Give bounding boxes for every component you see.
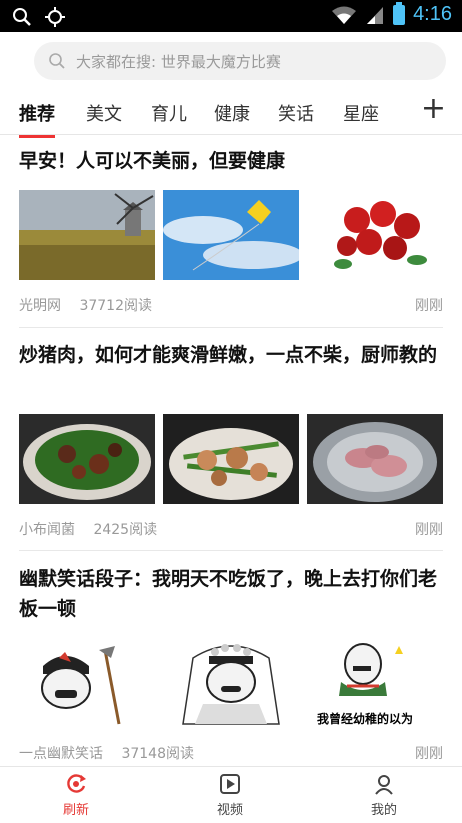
article-source: 一点幽默笑话 bbox=[19, 746, 103, 762]
green-bean-pork-image bbox=[163, 414, 299, 504]
article-meta: 小布闻菌 2425阅读 刚刚 bbox=[19, 519, 443, 539]
meme-bride-image bbox=[163, 638, 299, 728]
windmill-field-image bbox=[19, 190, 155, 280]
article-title: 早安！人可以不美丽，但要健康 bbox=[19, 150, 286, 172]
tab-health[interactable]: 健康 bbox=[214, 100, 250, 126]
meme-soldier-image bbox=[19, 638, 155, 728]
category-tabs: 推荐 美文 育儿 健康 笑话 星座 + bbox=[0, 90, 462, 138]
article-source: 小布闻菌 bbox=[19, 522, 75, 538]
divider bbox=[19, 550, 443, 551]
article-reads: 37148阅读 bbox=[121, 746, 194, 762]
tab-jokes[interactable]: 笑话 bbox=[278, 100, 314, 126]
article-source: 光明网 bbox=[19, 298, 61, 314]
search-icon bbox=[49, 53, 65, 69]
nav-video[interactable]: 视频 bbox=[200, 773, 260, 818]
article-card[interactable]: 早安！人可以不美丽，但要健康 光明网 37712阅读 刚刚 bbox=[19, 146, 443, 316]
video-icon bbox=[220, 774, 240, 794]
nav-label: 视频 bbox=[216, 803, 243, 818]
refresh-icon bbox=[67, 774, 86, 793]
article-time: 刚刚 bbox=[415, 522, 443, 538]
tab-recommend[interactable]: 推荐 bbox=[19, 100, 55, 138]
article-card[interactable]: 炒猪肉，如何才能爽滑鲜嫩，一点不柴，厨师教的 小布闻菌 2425阅读 刚刚 bbox=[19, 340, 443, 540]
article-time: 刚刚 bbox=[415, 746, 443, 762]
location-icon bbox=[45, 7, 65, 27]
nav-label: 刷新 bbox=[62, 803, 89, 818]
tab-essays[interactable]: 美文 bbox=[86, 100, 122, 126]
article-card[interactable]: 幽默笑话段子：我明天不吃饭了，晚上去打你们老板一顿 我曾经幼稚的以为 一点幽默笑… bbox=[19, 564, 443, 764]
red-roses-image bbox=[307, 190, 443, 280]
tab-horoscope[interactable]: 星座 bbox=[343, 100, 379, 126]
divider bbox=[19, 327, 443, 328]
signal-icon bbox=[367, 6, 384, 24]
article-meta: 一点幽默笑话 37148阅读 刚刚 bbox=[19, 743, 443, 763]
article-meta: 光明网 37712阅读 刚刚 bbox=[19, 295, 443, 315]
article-reads: 37712阅读 bbox=[79, 298, 152, 314]
article-reads: 2425阅读 bbox=[93, 522, 158, 538]
add-tab-button[interactable]: + bbox=[421, 94, 446, 124]
raw-pork-bowl-image bbox=[307, 414, 443, 504]
clock: 4:16 bbox=[413, 3, 452, 25]
meme-caption-text: 我曾经幼稚的以为 bbox=[317, 712, 414, 726]
kite-sky-image bbox=[163, 190, 299, 280]
nav-profile[interactable]: 我的 bbox=[354, 773, 414, 818]
article-time: 刚刚 bbox=[415, 298, 443, 314]
status-bar: 4:16 bbox=[0, 0, 462, 32]
pepper-pork-dish-image bbox=[19, 414, 155, 504]
profile-icon bbox=[375, 775, 393, 795]
wifi-icon bbox=[332, 6, 357, 24]
meme-caption-image: 我曾经幼稚的以为 bbox=[307, 638, 443, 728]
tab-parenting[interactable]: 育儿 bbox=[151, 100, 187, 126]
article-title: 幽默笑话段子：我明天不吃饭了，晚上去打你们老板一顿 bbox=[19, 568, 438, 620]
search-bar[interactable]: 大家都在搜: 世界最大魔方比赛 bbox=[34, 42, 446, 80]
article-title: 炒猪肉，如何才能爽滑鲜嫩，一点不柴，厨师教的 bbox=[19, 344, 438, 366]
search-placeholder: 大家都在搜: 世界最大魔方比赛 bbox=[76, 52, 281, 71]
nav-refresh[interactable]: 刷新 bbox=[46, 773, 106, 818]
battery-icon bbox=[393, 1, 406, 25]
bottom-nav: 刷新 视频 我的 bbox=[0, 766, 462, 823]
search-icon bbox=[13, 8, 31, 26]
nav-label: 我的 bbox=[370, 803, 397, 818]
